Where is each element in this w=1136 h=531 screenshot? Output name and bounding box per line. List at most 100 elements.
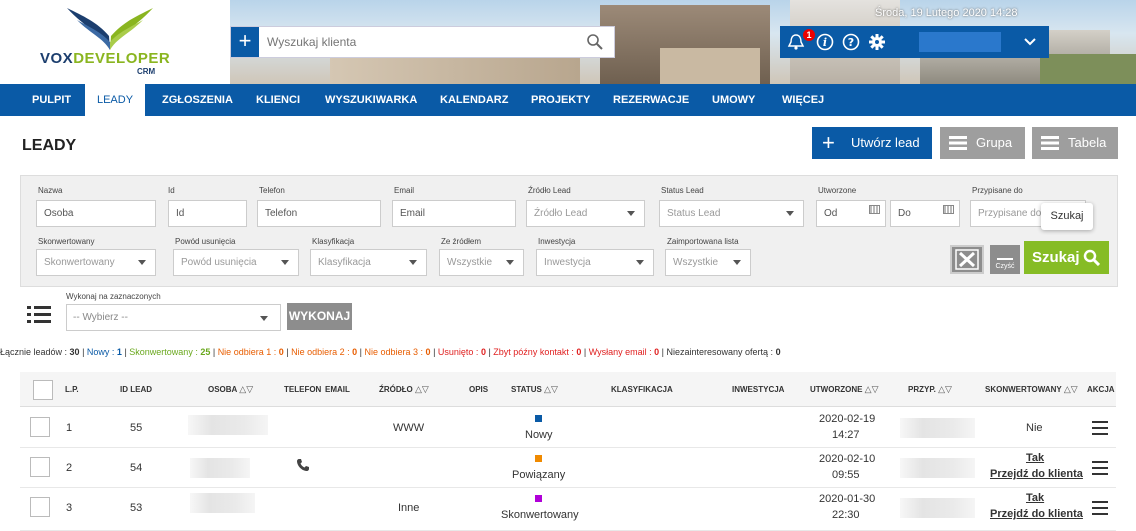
phone-icon[interactable] — [296, 458, 310, 472]
nav-wiecej[interactable]: WIĘCEJ — [782, 84, 824, 116]
row-menu-icon[interactable] — [1092, 421, 1108, 439]
row-osoba-redacted[interactable] — [190, 458, 250, 478]
filter-zrodlo-select[interactable]: Źródło Lead — [526, 200, 645, 227]
select-all-checkbox[interactable] — [33, 380, 53, 400]
tabela-button[interactable]: Tabela — [1032, 127, 1118, 159]
nav-leady[interactable]: LEADY — [85, 84, 145, 116]
filter-label-id: Id — [168, 186, 175, 195]
col-skonwertowany[interactable]: SKONWERTOWANY △▽ — [985, 372, 1078, 407]
calendar-icon[interactable] — [869, 205, 880, 214]
filter-skonwertowany-select[interactable]: Skonwertowany — [36, 249, 156, 276]
filter-label-utworzone: Utworzone — [818, 186, 857, 195]
logo-text: VOXDEVELOPER — [40, 50, 171, 67]
nav-umowy[interactable]: UMOWY — [712, 84, 755, 116]
logo[interactable]: VOXDEVELOPER CRM — [0, 0, 230, 84]
sort-icon[interactable]: △▽ — [865, 384, 879, 394]
filter-label-przypisane: Przypisane do — [972, 186, 1023, 195]
filter-telefon-input[interactable]: Telefon — [257, 200, 381, 227]
filter-nazwa-input[interactable]: Osoba — [36, 200, 156, 227]
row-checkbox[interactable] — [30, 417, 50, 437]
filter-status-value: Status Lead — [667, 208, 721, 219]
filter-email-input[interactable]: Email — [392, 200, 516, 227]
filter-ze-zrodlem-select[interactable]: Wszystkie — [439, 249, 524, 276]
row-menu-icon[interactable] — [1092, 461, 1108, 479]
info-icon[interactable]: i — [816, 33, 834, 51]
row-zrodlo: WWW — [393, 422, 425, 434]
clear-button[interactable]: Czyść — [990, 245, 1020, 274]
filter-zaimportowana-select[interactable]: Wszystkie — [665, 249, 751, 276]
nav-wyszukiwarka[interactable]: WYSZUKIWARKA — [325, 84, 417, 116]
nav-kalendarz[interactable]: KALENDARZ — [440, 84, 508, 116]
col-osoba[interactable]: OSOBA △▽ — [208, 372, 253, 407]
client-search: + — [230, 26, 615, 58]
col-przyp[interactable]: PRZYP. △▽ — [908, 372, 952, 407]
filter-label-ze-zrodlem: Ze źródłem — [441, 237, 482, 246]
execute-button[interactable]: WYKONAJ — [287, 303, 352, 330]
summary-separator: | — [430, 347, 438, 357]
sort-icon[interactable]: △▽ — [1064, 384, 1078, 394]
search-icon[interactable] — [586, 33, 604, 51]
gear-icon[interactable] — [868, 33, 886, 51]
clear-all-button[interactable] — [950, 245, 984, 274]
wing-logo-icon — [67, 8, 153, 50]
summary-item: Nie odbiera 2 : 0 — [291, 347, 357, 357]
sort-icon[interactable]: △▽ — [415, 384, 429, 394]
summary-value: 30 — [69, 347, 80, 357]
add-button[interactable]: + — [231, 27, 259, 57]
client-search-input[interactable] — [259, 27, 579, 57]
date-from-value: Od — [824, 208, 838, 219]
filter-status-select[interactable]: Status Lead — [659, 200, 804, 227]
nav-projekty[interactable]: PROJEKTY — [531, 84, 590, 116]
svg-text:?: ? — [848, 36, 854, 49]
help-icon[interactable]: ? — [842, 33, 860, 51]
summary-separator: | — [581, 347, 589, 357]
bulk-action-select[interactable]: -- Wybierz -- — [66, 304, 281, 331]
table-header: L.P. ID LEAD OSOBA △▽ TELEFON EMAIL ŹRÓD… — [20, 372, 1116, 407]
summary-value: 0 — [775, 347, 781, 357]
summary-item: Wysłany email : 0 — [589, 347, 659, 357]
nav-pulpit[interactable]: PULPIT — [32, 84, 71, 116]
main-nav: PULPIT LEADY ZGŁOSZENIA KLIENCI WYSZUKIW… — [0, 84, 1136, 116]
summary-label: Nowy : — [86, 347, 117, 357]
nav-zgloszenia[interactable]: ZGŁOSZENIA — [162, 84, 233, 116]
row-checkbox[interactable] — [30, 457, 50, 477]
filter-klasyfikacja-select[interactable]: Klasyfikacja — [310, 249, 427, 276]
col-utworzone[interactable]: UTWORZONE △▽ — [810, 372, 879, 407]
converted-link[interactable]: Tak — [1026, 492, 1044, 504]
filter-inwestycja-select[interactable]: Inwestycja — [536, 249, 654, 276]
nav-klienci[interactable]: KLIENCI — [256, 84, 300, 116]
sort-icon[interactable]: △▽ — [544, 384, 558, 394]
filter-id-input[interactable]: Id — [168, 200, 247, 227]
col-akcja: AKCJA — [1087, 385, 1115, 394]
col-inwestycja: INWESTYCJA — [732, 385, 785, 394]
row-checkbox[interactable] — [30, 497, 50, 517]
logo-sub: CRM — [137, 67, 156, 76]
converted-link[interactable]: Tak — [1026, 452, 1044, 464]
row-status: Nowy — [525, 429, 553, 441]
filter-powod-select[interactable]: Powód usunięcia — [173, 249, 299, 276]
grupa-button[interactable]: Grupa — [940, 127, 1025, 159]
filter-klasyfikacja-value: Klasyfikacja — [318, 257, 371, 268]
row-osoba-redacted[interactable] — [190, 493, 255, 513]
col-status[interactable]: STATUS △▽ — [511, 372, 558, 407]
status-dot — [535, 495, 542, 502]
filter-date-from[interactable]: Od — [816, 200, 886, 227]
row-menu-icon[interactable] — [1092, 501, 1108, 519]
filter-date-to[interactable]: Do — [890, 200, 960, 227]
calendar-icon[interactable] — [943, 205, 954, 214]
nav-rezerwacje[interactable]: REZERWACJE — [613, 84, 689, 116]
search-button[interactable]: Szukaj — [1024, 241, 1109, 274]
summary-label: Łącznie leadów : — [0, 347, 70, 357]
row-id: 54 — [130, 462, 143, 474]
go-to-client-link[interactable]: Przejdź do klienta — [990, 468, 1083, 480]
summary-label: Usunięto : — [437, 347, 481, 357]
summary-label: Nie odbiera 2 : — [291, 347, 353, 357]
row-zrodlo: Inne — [398, 502, 420, 514]
sort-icon[interactable]: △▽ — [938, 384, 952, 394]
user-menu[interactable] — [905, 26, 1049, 58]
row-osoba-redacted[interactable] — [188, 415, 268, 435]
create-lead-button[interactable]: + Utwórz lead — [812, 127, 932, 159]
go-to-client-link[interactable]: Przejdź do klienta — [990, 508, 1083, 520]
col-zrodlo[interactable]: ŹRÓDŁO △▽ — [379, 372, 429, 407]
sort-icon[interactable]: △▽ — [239, 384, 253, 394]
